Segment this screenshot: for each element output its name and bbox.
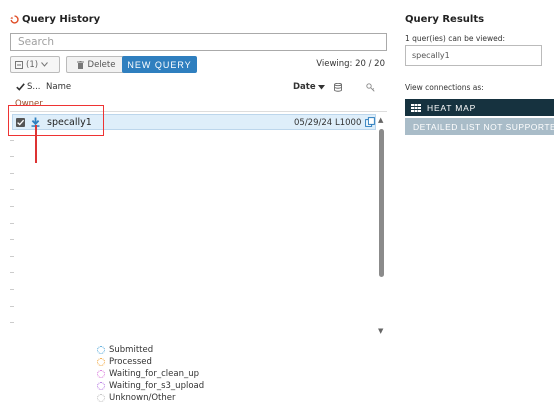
new-query-button[interactable]: NEW QUERY	[122, 56, 197, 73]
chevron-down-icon	[41, 62, 48, 67]
search-input[interactable]	[10, 33, 387, 51]
trash-icon	[76, 60, 84, 69]
row-checkbox[interactable]	[16, 118, 25, 127]
legend-item-processed: Processed	[97, 356, 204, 368]
detailed-list-button[interactable]: DETAILED LIST NOT SUPPORTED	[405, 118, 554, 135]
history-icon	[10, 15, 19, 24]
table-row[interactable]: specally1 05/29/24 L1000	[12, 114, 376, 130]
database-icon	[334, 83, 342, 92]
date-column-label: Date	[293, 82, 316, 92]
legend-item-waiting-clean-up: Waiting_for_clean_up	[97, 368, 204, 380]
legend-label: Waiting_for_clean_up	[109, 369, 199, 379]
legend-item-submitted: Submitted	[97, 344, 204, 356]
waiting-clean-up-status-icon	[97, 370, 105, 378]
name-column-label: Name	[46, 82, 72, 92]
key-column-header[interactable]	[366, 83, 375, 92]
scroll-down-icon[interactable]: ▼	[378, 328, 383, 335]
processed-status-icon	[97, 358, 105, 366]
query-toolbar: (1) Delete NEW QUERY Viewing: 20 / 20	[10, 56, 387, 74]
query-results-title: Query Results	[405, 14, 485, 25]
select-all-icon	[15, 60, 23, 69]
key-icon	[366, 83, 375, 92]
unknown-status-icon	[97, 394, 105, 402]
heat-map-label: HEAT MAP	[427, 102, 477, 113]
status-column-label: S...	[27, 82, 41, 92]
status-legend: Submitted Processed Waiting_for_clean_up…	[97, 344, 204, 404]
sort-desc-icon	[317, 84, 325, 89]
legend-label: Waiting_for_s3_upload	[109, 381, 205, 391]
query-history-header: Query History	[10, 14, 100, 25]
checkmark-icon	[16, 83, 25, 91]
selection-dropdown[interactable]: (1)	[10, 56, 60, 73]
row-name: specally1	[47, 117, 92, 128]
viewable-count-text: 1 quer(ies) can be viewed:	[405, 34, 505, 43]
scrollbar-thumb[interactable]	[379, 129, 384, 277]
name-column-header[interactable]: Name	[46, 82, 71, 92]
query-history-title: Query History	[22, 14, 101, 25]
owner-group-label: Owner	[15, 99, 43, 109]
delete-button[interactable]: Delete	[66, 56, 126, 73]
vertical-scrollbar[interactable]: ▲ ▼	[377, 117, 387, 335]
legend-label: Submitted	[109, 345, 154, 355]
grid-icon	[411, 103, 421, 112]
legend-label: Unknown/Other	[109, 393, 176, 403]
selected-query-box[interactable]: specally1	[405, 45, 542, 66]
query-history-panel: Query History (1) Delete NEW QUERY Viewi…	[0, 0, 392, 409]
limit-column-header[interactable]	[334, 83, 342, 92]
row-limit: L1000	[335, 118, 362, 128]
view-connections-label: View connections as:	[405, 83, 484, 92]
selection-count: (1)	[26, 59, 39, 70]
delete-label: Delete	[87, 59, 116, 70]
scroll-up-icon[interactable]: ▲	[378, 117, 383, 124]
status-column-header[interactable]: S...	[16, 82, 41, 92]
viewing-count: Viewing: 20 / 20	[316, 59, 385, 69]
column-headers: S... Name Date	[10, 82, 387, 96]
submitted-status-icon	[97, 346, 105, 354]
header-divider	[10, 111, 387, 112]
legend-item-waiting-s3-upload: Waiting_for_s3_upload	[97, 380, 204, 392]
annotation-pointer-line	[35, 125, 37, 163]
waiting-s3-upload-status-icon	[97, 382, 105, 390]
copy-icon[interactable]	[365, 117, 375, 127]
tree-guide-lines	[10, 140, 18, 340]
heat-map-button[interactable]: HEAT MAP	[405, 99, 554, 116]
checkbox-checked-icon	[17, 119, 25, 126]
download-icon[interactable]	[31, 117, 40, 127]
legend-item-unknown: Unknown/Other	[97, 392, 204, 404]
row-date: 05/29/24	[294, 118, 333, 128]
legend-label: Processed	[109, 357, 152, 367]
detailed-list-label: DETAILED LIST NOT SUPPORTED	[413, 121, 554, 132]
date-column-header[interactable]: Date	[293, 82, 325, 92]
